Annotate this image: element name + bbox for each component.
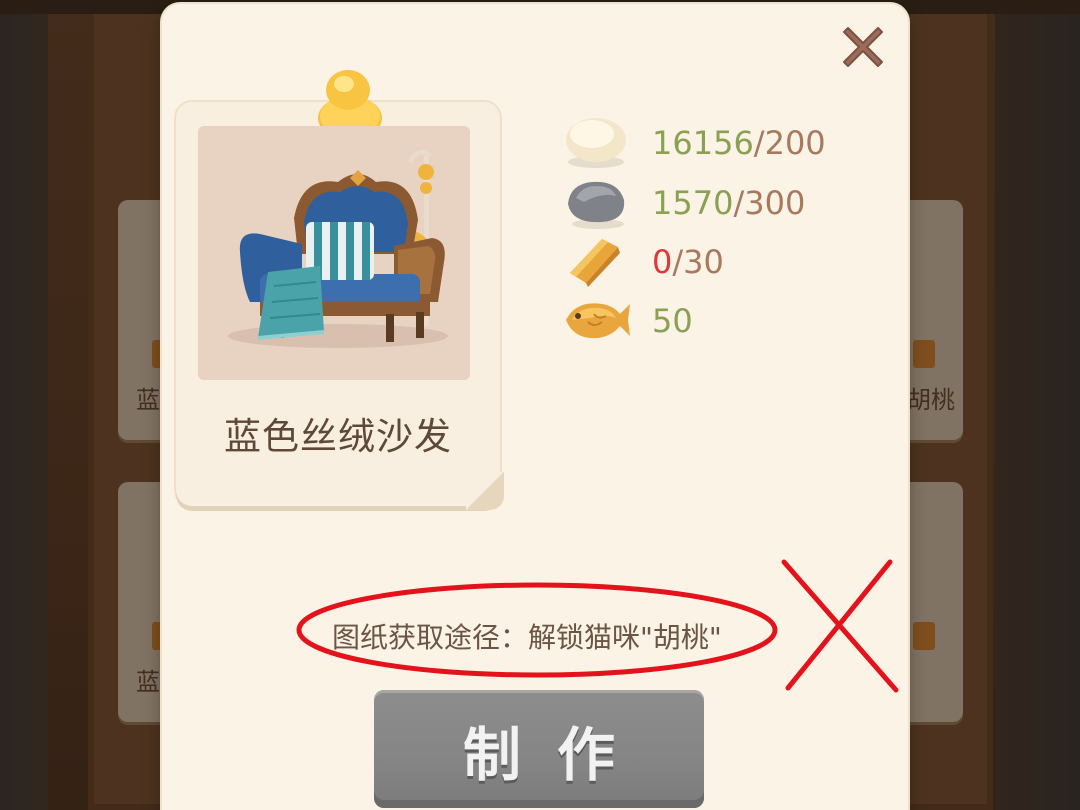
material-have: 0 [652, 243, 673, 281]
material-row: 50 [562, 292, 862, 348]
page-curl [466, 472, 504, 510]
material-row: 0/30 [562, 233, 862, 289]
craft-button-label: 制作 [462, 721, 651, 789]
stone-icon [562, 174, 632, 230]
taiyaki-fish-icon [562, 292, 632, 348]
item-name: 蓝色丝绒沙发 [224, 415, 452, 458]
item-preview-card: 蓝色丝绒沙发 [176, 70, 504, 510]
material-count: 1570/300 [652, 184, 805, 222]
item-image [198, 126, 470, 380]
material-separator: / [753, 124, 765, 162]
material-row: 16156/200 [562, 114, 862, 170]
material-have: 16156 [652, 124, 754, 162]
material-separator: / [733, 184, 745, 222]
material-row: 1570/300 [562, 174, 862, 230]
material-count: 0/30 [652, 243, 724, 281]
material-need: 300 [744, 184, 806, 222]
blue-velvet-sofa-icon [198, 126, 470, 380]
material-need: 200 [764, 124, 826, 162]
material-have: 1570 [652, 184, 734, 222]
close-button[interactable] [834, 18, 892, 76]
craft-dialog: 蓝色丝绒沙发 16156/200 1570/300 0/30 50 图纸获取途径… [162, 4, 908, 810]
blueprint-source-text: 图纸获取途径：解锁猫咪"胡桃" [332, 621, 722, 654]
craft-button[interactable]: 制作 [374, 690, 704, 808]
material-separator: / [672, 243, 684, 281]
game-screen: 蓝 蓝 胡桃 蓝色丝绒沙发 16156/200 1570/300 0/30 50… [0, 0, 1080, 810]
wood-plank-icon [562, 233, 632, 289]
material-count: 16156/200 [652, 124, 826, 162]
material-need: 30 [683, 243, 724, 281]
material-value: 50 [652, 302, 693, 340]
cotton-ball-icon [562, 114, 632, 170]
close-icon [843, 27, 883, 67]
